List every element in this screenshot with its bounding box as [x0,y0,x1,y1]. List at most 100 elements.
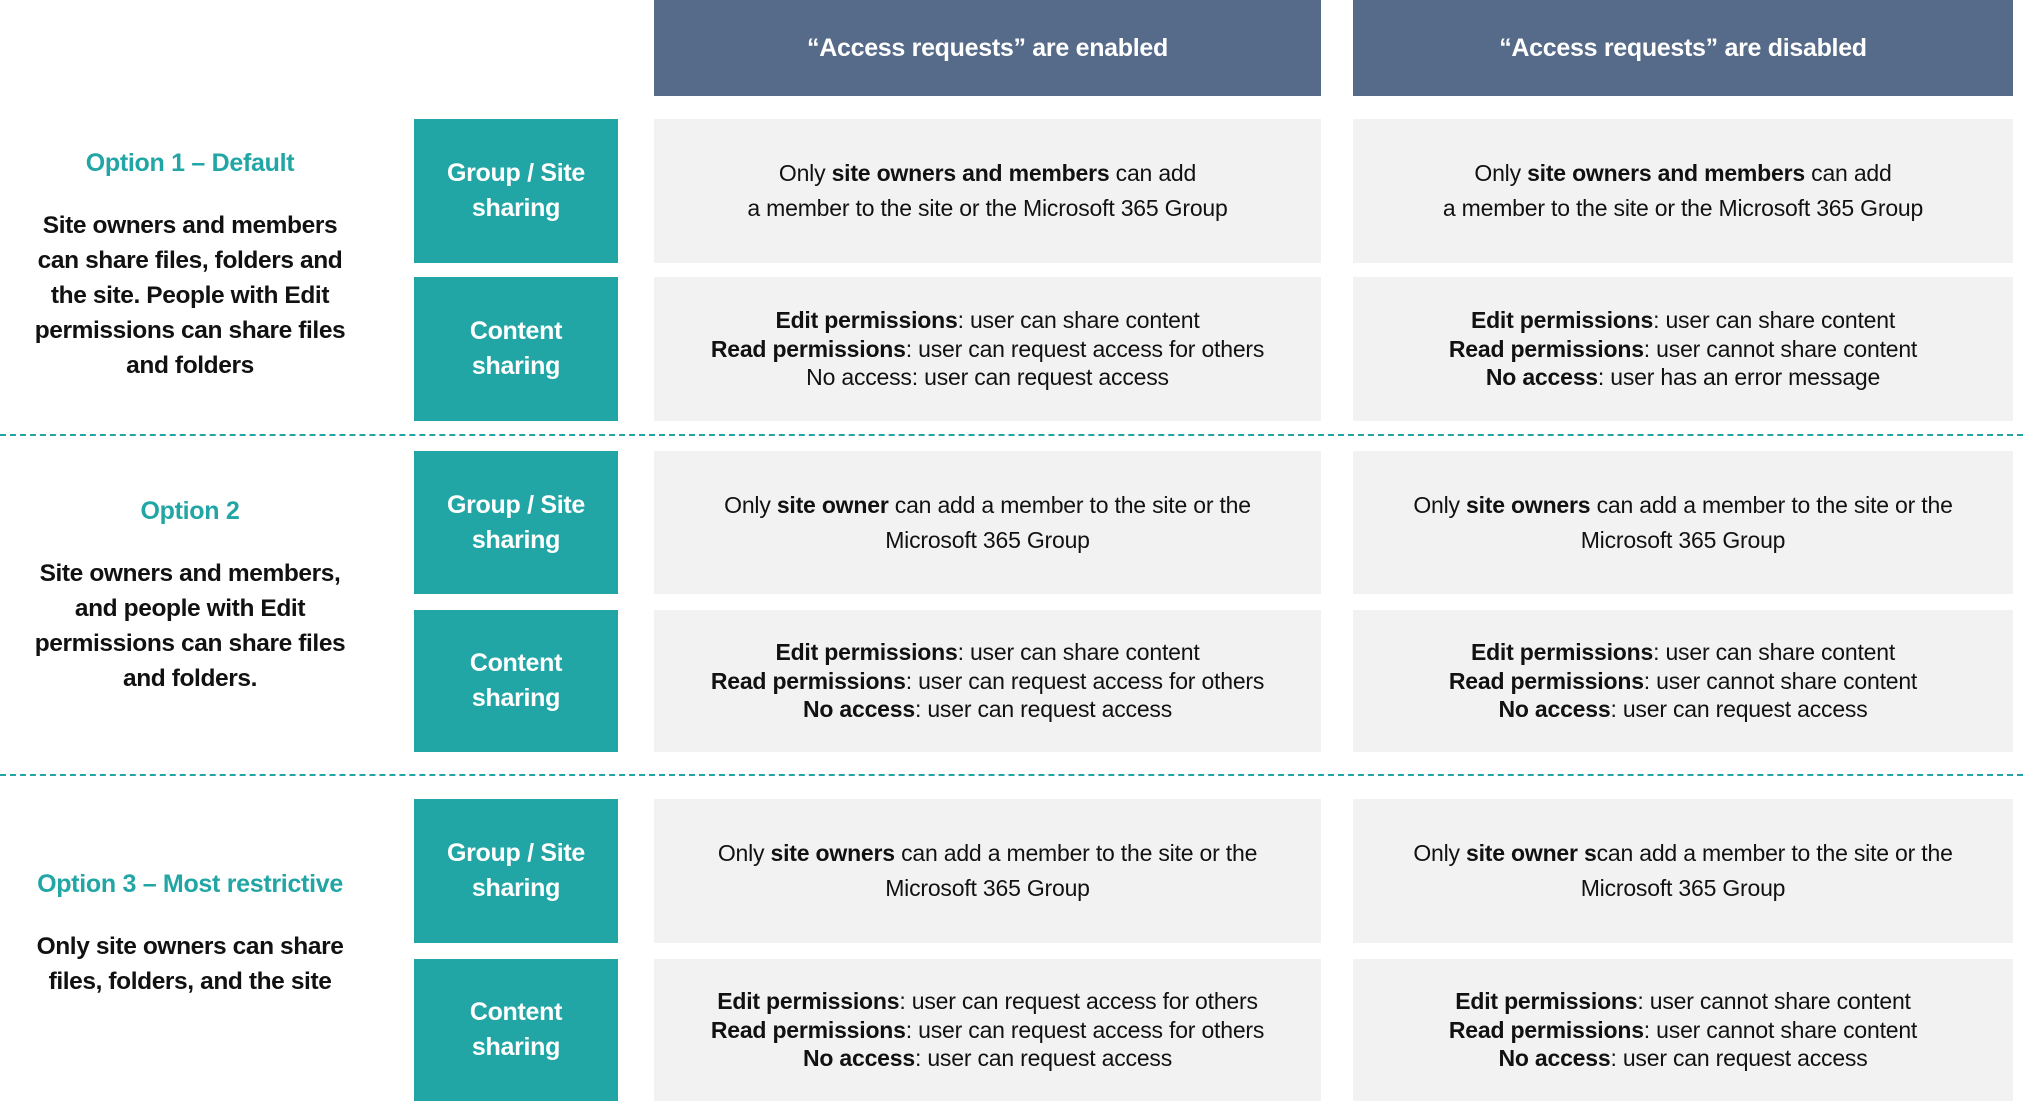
option-1-group-site-sharing-label: Group / Site sharing [414,119,618,263]
permission-line: Edit permissions: user can share content [1449,306,1917,335]
permission-line: Edit permissions: user can share content [711,638,1264,667]
plain-text: can add [1804,160,1892,186]
permission-effect: : user can request access [914,1045,1173,1072]
option-3-block: Option 3 – Most restrictive Only site ow… [0,870,380,1030]
cell-text: Only site owners and members can add a me… [747,156,1227,226]
column-header-disabled: “Access requests” are disabled [1353,0,2013,96]
column-header-enabled: “Access requests” are enabled [654,0,1321,96]
permission-line: Edit permissions: user can request acces… [711,987,1264,1016]
plain-text: can add a member to the site or the [1596,840,1953,866]
option-2-disabled-content-cell: Edit permissions: user can share content… [1353,610,2013,752]
permission-effect: : user cannot share content [1637,988,1911,1015]
option-1-disabled-group-cell: Only site owners and members can add a me… [1353,119,2013,263]
option-3-enabled-group-cell: Only site owners can add a member to the… [654,799,1321,943]
permission-effect: : user can request access [1610,696,1868,723]
permission-effect: : user can request access for others [899,988,1258,1015]
option-1-description: Site owners and members can share files,… [34,212,346,379]
plain-text: Only [717,840,771,866]
option-2-description: Site owners and members, and people with… [34,560,346,692]
emphasis-text: site owner [776,491,889,518]
permission-effect: : user can share content [1653,307,1896,334]
emphasis-text: site owners and members [831,160,1110,186]
permission-level: Read permissions [1448,335,1644,362]
plain-text: a member to the site or the Microsoft 36… [1442,195,1924,221]
option-1-enabled-group-cell: Only site owners and members can add a me… [654,119,1321,263]
permission-line: Edit permissions: user can share content [1449,638,1917,667]
permission-level: No access [802,696,915,723]
plain-text: Only [1413,840,1467,866]
permission-list: Edit permissions: user cannot share cont… [1449,987,1917,1073]
permission-effect: : user can request access [914,696,1173,723]
plain-text: Microsoft 365 Group [1580,875,1786,901]
permission-line: No access: user can request access [711,363,1264,392]
plain-text: Microsoft 365 Group [1580,526,1786,553]
plain-text: Only [1413,491,1467,518]
option-2-title: Option 2 [140,497,240,525]
permission-line: Edit permissions: user can share content [711,306,1264,335]
option-1-disabled-content-cell: Edit permissions: user can share content… [1353,277,2013,421]
permission-level: Read permissions [710,335,906,362]
permission-line: No access: user has an error message [1449,363,1917,392]
option-2-block: Option 2 Site owners and members, and pe… [0,451,380,752]
permission-level: Read permissions [710,667,906,694]
emphasis-text: site owner s [1466,840,1597,866]
permission-level: Edit permissions [1470,639,1654,666]
option-2-group-site-sharing-label: Group / Site sharing [414,451,618,594]
permission-level: No access [806,364,912,391]
plain-text: Only [724,491,777,518]
option-3-content-sharing-label: Content sharing [414,959,618,1101]
permission-effect: : user can request access [911,364,1169,391]
permission-effect: : user can share content [957,307,1200,334]
permission-level: No access [1485,364,1598,391]
permission-line: Read permissions: user cannot share cont… [1449,667,1917,696]
permission-effect: : user cannot share content [1643,1016,1918,1043]
permission-line: Edit permissions: user cannot share cont… [1449,987,1917,1016]
permission-line: Read permissions: user cannot share cont… [1449,1016,1917,1045]
permission-effect: : user cannot share content [1643,667,1918,694]
emphasis-text: site owners and members [1527,160,1805,186]
permission-level: Read permissions [1448,667,1644,694]
permission-effect: : user can request access [1610,1045,1868,1072]
permission-line: No access: user can request access [711,695,1264,724]
plain-text: Microsoft 365 Group [885,875,1090,901]
permission-effect: : user can request access for others [905,1016,1265,1043]
permission-level: Edit permissions [775,639,958,666]
permission-level: Edit permissions [1455,988,1638,1015]
permission-level: No access [1498,1045,1611,1072]
option-3-disabled-group-cell: Only site owner scan add a member to the… [1353,799,2013,943]
permission-level: Read permissions [1448,1016,1644,1043]
option-divider [0,434,2023,436]
plain-text: can add [1109,160,1197,186]
permission-level: Read permissions [710,1016,906,1043]
emphasis-text: site owners [1466,491,1591,518]
cell-text: Only site owner can add a member to the … [724,488,1251,558]
option-2-content-sharing-label: Content sharing [414,610,618,752]
option-2-enabled-content-cell: Edit permissions: user can share content… [654,610,1321,752]
permission-line: Read permissions: user cannot share cont… [1449,335,1917,364]
permission-list: Edit permissions: user can share content… [710,638,1265,724]
option-divider [0,774,2023,776]
column-header-enabled-label: “Access requests” are enabled [807,33,1168,62]
permission-effect: : user can share content [1653,639,1896,666]
cell-text: Only site owners and members can add a me… [1443,156,1923,226]
option-3-group-site-sharing-label: Group / Site sharing [414,799,618,943]
option-3-title: Option 3 – Most restrictive [37,870,343,898]
plain-text: can add a member to the site or the [888,491,1251,518]
cell-text: Only site owners can add a member to the… [717,836,1258,906]
column-header-disabled-label: “Access requests” are disabled [1499,33,1867,62]
permission-level: Edit permissions [775,307,958,334]
option-3-enabled-content-cell: Edit permissions: user can request acces… [654,959,1321,1101]
permission-line: Read permissions: user can request acces… [710,335,1265,364]
permission-line: No access: user can request access [1449,1044,1917,1073]
permission-effect: : user can request access for others [905,335,1265,362]
option-1-title: Option 1 – Default [85,149,295,177]
permission-line: No access: user can request access [711,1044,1264,1073]
permission-level: No access [802,1045,915,1072]
plain-text: can add a member to the site or the [1590,491,1953,518]
permission-line: Read permissions: user can request acces… [710,667,1265,696]
permission-level: No access [1498,696,1611,723]
plain-text: Only [1474,160,1528,186]
plain-text: a member to the site or the Microsoft 36… [747,195,1228,221]
option-3-disabled-content-cell: Edit permissions: user cannot share cont… [1353,959,2013,1101]
permission-list: Edit permissions: user can share content… [1449,306,1917,392]
